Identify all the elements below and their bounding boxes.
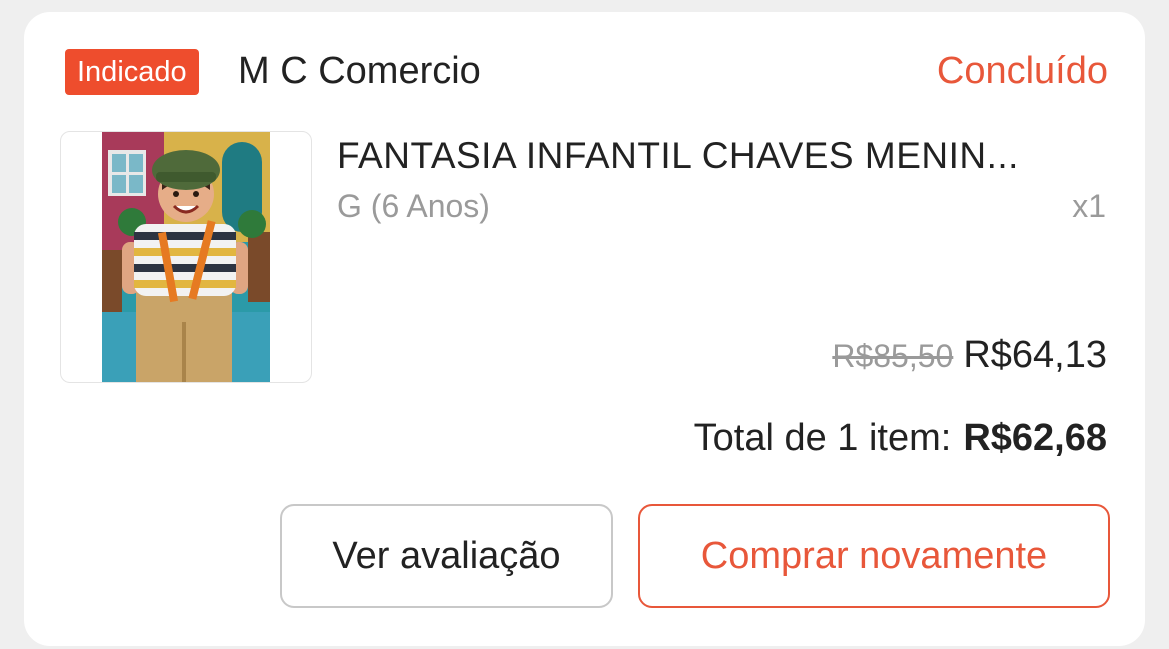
recommended-badge: Indicado [65,49,199,95]
current-price: R$64,13 [963,334,1107,376]
price-row: R$85,50 R$64,13 [832,334,1107,377]
total-value: R$62,68 [963,417,1107,459]
order-status: Concluído [936,50,1108,92]
order-total: Total de 1 item: R$62,68 [694,417,1107,460]
view-review-button[interactable]: Ver avaliação [280,504,613,608]
product-quantity: x1 [1072,188,1106,224]
product-variant: G (6 Anos) [337,188,490,224]
order-card[interactable]: Indicado M C Comercio Concluído FANTASIA… [24,12,1145,646]
original-price: R$85,50 [832,338,954,374]
buy-again-button[interactable]: Comprar novamente [638,504,1110,608]
product-thumbnail[interactable] [60,131,312,383]
product-title[interactable]: FANTASIA INFANTIL CHAVES MENIN... [337,132,1097,180]
shop-name[interactable]: M C Comercio [238,46,481,96]
product-photo-icon [102,132,270,382]
total-label: Total de 1 item: [693,417,952,459]
